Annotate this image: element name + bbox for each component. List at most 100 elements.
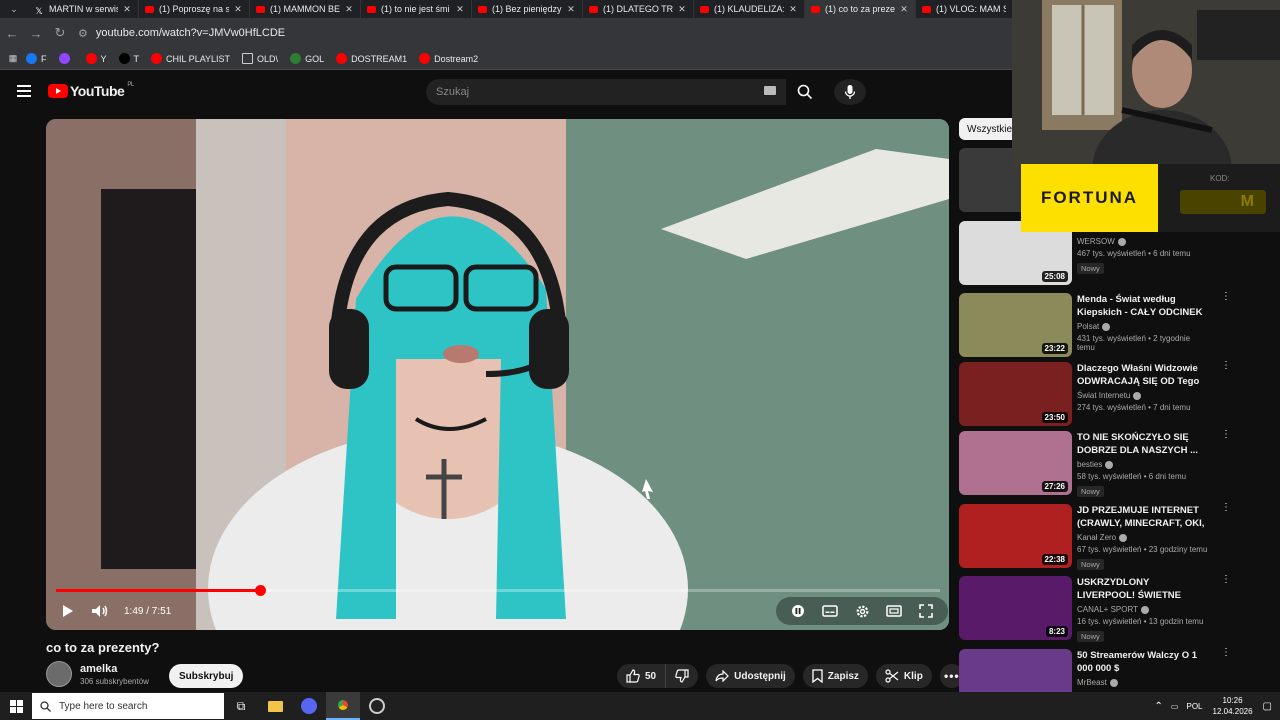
file-explorer-icon[interactable] <box>258 692 292 720</box>
recommendation-title[interactable]: JD PRZEJMUJE INTERNET (CRAWLY, MINECRAFT… <box>1077 504 1209 530</box>
recommendation-thumbnail[interactable]: 27:26 <box>959 431 1072 495</box>
clock[interactable]: 10:26 12.04.2026 <box>1213 695 1253 717</box>
recommendation-channel[interactable]: Świat Internetu <box>1077 391 1209 400</box>
menu-icon[interactable] <box>17 85 31 97</box>
url-field[interactable]: ⚙ youtube.com/watch?v=JMVw0HfLCDE <box>78 27 285 40</box>
browser-tab[interactable]: (1) Bez pieniędzy ✕ <box>472 0 583 18</box>
tab-search-icon[interactable]: ⌄ <box>0 4 28 15</box>
browser-tab[interactable]: (1) Poproszę na s ✕ <box>139 0 250 18</box>
video-progress-bar[interactable] <box>56 585 940 596</box>
subscribe-button[interactable]: Subskrybuj <box>169 664 244 688</box>
notifications-icon[interactable]: ▢ <box>1263 701 1272 712</box>
more-vertical-icon[interactable]: ⋮ <box>1221 430 1231 440</box>
channel-avatar[interactable] <box>46 661 72 687</box>
bookmark-item[interactable]: DOSTREAM1 <box>336 53 407 64</box>
chrome-app-icon[interactable] <box>326 692 360 720</box>
youtube-logo[interactable]: YouTube PL <box>48 82 134 99</box>
bookmark-item[interactable]: Y <box>85 53 107 64</box>
search-button[interactable] <box>788 79 822 105</box>
tab-close-icon[interactable]: ✕ <box>122 4 132 15</box>
tab-close-icon[interactable]: ✕ <box>233 4 243 15</box>
theater-mode-button[interactable] <box>878 598 910 624</box>
recommendation-item[interactable]: 27:26 TO NIE SKOŃCZYŁO SIĘ DOBRZE DLA NAS… <box>959 430 1249 497</box>
browser-tab[interactable]: (1) KLAUDELIZA: ✕ <box>694 0 805 18</box>
recommendation-channel[interactable]: MrBeast <box>1077 678 1209 687</box>
recommendation-title[interactable]: Dlaczego Właśni Widzowie ODWRACAJĄ SIĘ O… <box>1077 362 1209 388</box>
forward-icon[interactable]: → <box>24 26 48 41</box>
more-vertical-icon[interactable]: ⋮ <box>1221 648 1231 658</box>
tab-close-icon[interactable]: ✕ <box>455 4 465 15</box>
bookmark-item[interactable]: OLD\ <box>242 53 278 64</box>
recommendation-item[interactable]: 23:22 Menda - Świat według Kiepskich - CA… <box>959 292 1249 357</box>
recommendation-thumbnail[interactable]: 22:38 <box>959 504 1072 568</box>
search-input[interactable]: Szukaj <box>426 79 786 105</box>
volume-button[interactable] <box>84 598 116 624</box>
tray-chevron-icon[interactable]: ⌃ <box>1155 701 1163 712</box>
recommendation-channel[interactable]: Kanał Zero <box>1077 533 1209 542</box>
channel-name[interactable]: amelka <box>80 663 149 675</box>
more-vertical-icon[interactable]: ⋮ <box>1221 575 1231 585</box>
recommendation-item[interactable]: 23:50 Dlaczego Właśni Widzowie ODWRACAJĄ … <box>959 361 1249 426</box>
keyboard-icon[interactable] <box>764 86 776 95</box>
network-icon[interactable]: ▭ <box>1171 702 1179 711</box>
bookmark-item[interactable]: F <box>26 53 47 64</box>
recommendation-title[interactable]: Menda - Świat według Kiepskich - CAŁY OD… <box>1077 293 1209 319</box>
taskbar-search-input[interactable]: Type here to search <box>32 693 224 719</box>
recommendation-title[interactable]: USKRZYDLONY LIVERPOOL! ŚWIETNE GOLE NA A… <box>1077 576 1209 602</box>
site-info-icon[interactable]: ⚙ <box>78 27 88 40</box>
dislike-button[interactable] <box>666 664 698 688</box>
recommendation-channel[interactable]: besties <box>1077 460 1209 469</box>
bookmark-item[interactable]: CHIL PLAYLIST <box>151 53 230 64</box>
share-button[interactable]: Udostępnij <box>706 664 795 688</box>
browser-tab[interactable]: 𝕏 MARTIN w serwis ✕ <box>28 0 139 18</box>
tab-close-icon[interactable]: ✕ <box>566 4 576 15</box>
task-view-icon[interactable]: ⧉ <box>224 692 258 720</box>
fullscreen-button[interactable] <box>910 598 942 624</box>
tab-close-icon[interactable]: ✕ <box>899 4 909 15</box>
autoplay-toggle[interactable] <box>782 598 814 624</box>
recommendation-channel[interactable]: CANAL+ SPORT <box>1077 605 1209 614</box>
save-button[interactable]: Zapisz <box>802 664 868 688</box>
start-button[interactable] <box>0 692 32 720</box>
recommendation-channel[interactable]: Polsat <box>1077 322 1209 331</box>
tab-close-icon[interactable]: ✕ <box>344 4 354 15</box>
bookmark-item[interactable] <box>58 53 74 64</box>
back-icon[interactable]: ← <box>0 26 24 41</box>
recommendation-title[interactable]: 50 Streamerów Walczy O 1 000 000 $ <box>1077 649 1209 675</box>
more-vertical-icon[interactable]: ⋮ <box>1221 361 1231 371</box>
video-player[interactable] <box>46 119 949 630</box>
browser-tab[interactable]: (1) co to za prezen ✕ <box>805 0 916 18</box>
browser-tab[interactable]: (1) MAMMON BE ✕ <box>250 0 361 18</box>
reload-icon[interactable]: ↻ <box>48 25 72 41</box>
browser-tab[interactable]: (1) DLATEGO TRU ✕ <box>583 0 694 18</box>
bookmark-item[interactable]: T <box>118 53 139 64</box>
apps-icon[interactable]: ▦ <box>0 53 26 64</box>
recommendation-title[interactable]: TO NIE SKOŃCZYŁO SIĘ DOBRZE DLA NASZYCH … <box>1077 431 1209 457</box>
recommendation-item[interactable]: 8:23 USKRZYDLONY LIVERPOOL! ŚWIETNE GOLE … <box>959 575 1249 642</box>
recommendation-thumbnail[interactable]: 8:23 <box>959 576 1072 640</box>
obs-app-icon[interactable] <box>360 692 394 720</box>
filter-chip-all[interactable]: Wszystkie <box>959 118 1020 140</box>
discord-app-icon[interactable] <box>292 692 326 720</box>
tab-title: (1) Bez pieniędzy <box>492 4 562 14</box>
voice-search-button[interactable] <box>834 79 866 105</box>
more-vertical-icon[interactable]: ⋮ <box>1221 503 1231 513</box>
share-icon <box>715 670 729 682</box>
recommendation-channel[interactable]: WERSOW <box>1077 237 1209 246</box>
recommendation-thumbnail[interactable]: 23:50 <box>959 362 1072 426</box>
bookmark-item[interactable]: GOL <box>290 53 324 64</box>
play-button[interactable] <box>52 598 84 624</box>
clip-button[interactable]: Klip <box>875 664 932 688</box>
tab-close-icon[interactable]: ✕ <box>788 4 798 15</box>
settings-button[interactable] <box>846 598 878 624</box>
subtitles-button[interactable] <box>814 598 846 624</box>
recommendation-thumbnail[interactable]: 23:22 <box>959 293 1072 357</box>
more-vertical-icon[interactable]: ⋮ <box>1221 292 1231 302</box>
browser-tab[interactable]: (1) VLOG: MAM S✕ <box>916 0 1027 18</box>
recommendation-item[interactable]: 22:38 JD PRZEJMUJE INTERNET (CRAWLY, MINE… <box>959 503 1249 570</box>
bookmark-item[interactable]: Dostream2 <box>419 53 478 64</box>
like-button[interactable]: 50 <box>617 664 667 688</box>
language-indicator[interactable]: POL <box>1186 702 1202 711</box>
tab-close-icon[interactable]: ✕ <box>677 4 687 15</box>
browser-tab[interactable]: (1) to nie jest śmi ✕ <box>361 0 472 18</box>
